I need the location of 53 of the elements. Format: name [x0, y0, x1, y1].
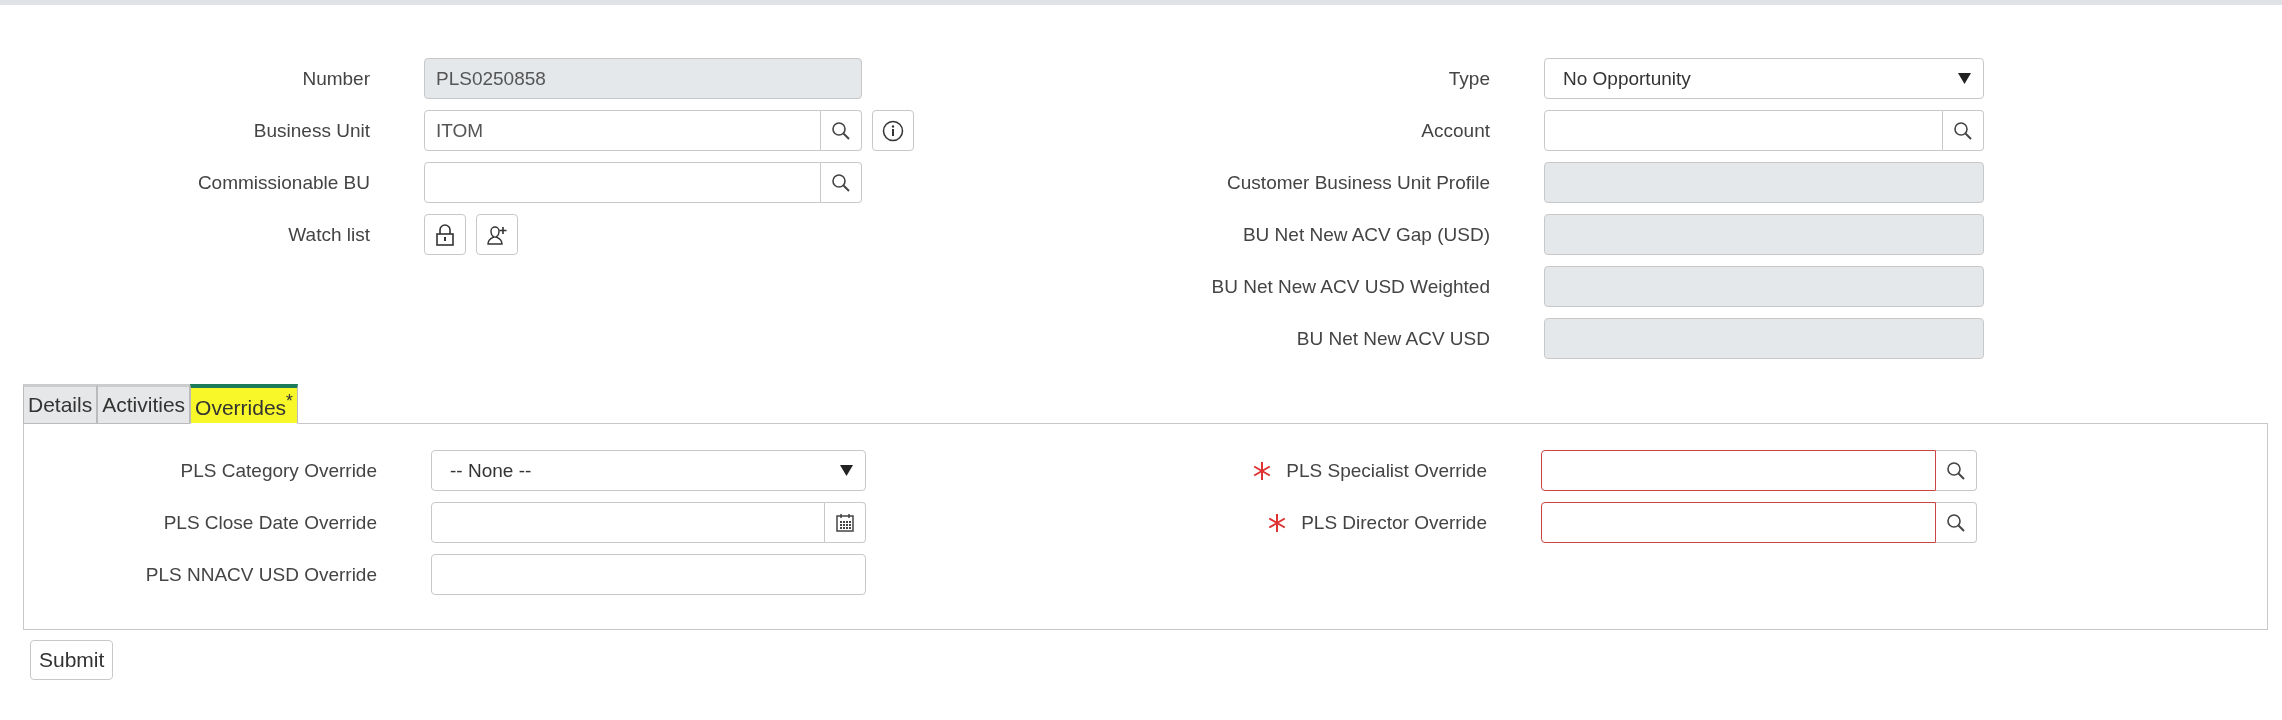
lookup-field[interactable]: ITOM [424, 110, 821, 151]
search-button[interactable] [1936, 502, 1977, 543]
add-user-button[interactable] [476, 214, 518, 255]
dropdown-select[interactable]: -- None -- [431, 450, 866, 491]
lookup-field[interactable] [424, 162, 821, 203]
field-label: PLS Close Date Override [163, 511, 377, 534]
search-button[interactable] [1936, 450, 1977, 491]
field-label: PLS Category Override [180, 459, 377, 482]
lookup-field[interactable] [1544, 110, 1943, 151]
field-label: Watch list [288, 223, 370, 246]
search-icon [1946, 512, 1966, 533]
calendar-button[interactable] [825, 502, 866, 543]
padlock-icon [435, 223, 455, 246]
lookup-field[interactable] [1541, 502, 1936, 543]
search-icon [1953, 120, 1973, 141]
field-label: Customer Business Unit Profile [1227, 171, 1490, 194]
caret-icon [840, 465, 853, 476]
tab[interactable]: Overrides$^{*}$ [190, 384, 298, 424]
search-button[interactable] [821, 110, 862, 151]
submit-button[interactable]: Submit [30, 640, 114, 680]
field-label: PLS Director Override [1301, 511, 1487, 534]
info-icon [882, 119, 904, 142]
info-button[interactable] [872, 110, 914, 151]
field-label: Number [302, 67, 370, 90]
dropdown-select[interactable]: No Opportunity [1544, 58, 1984, 99]
field-label: Business Unit [253, 119, 370, 142]
field-label: BU Net New ACV USD [1296, 327, 1490, 350]
lock-button[interactable] [424, 214, 466, 255]
text-field[interactable] [1544, 162, 1984, 203]
field-label: PLS Specialist Override [1286, 459, 1487, 482]
tab[interactable]: Activities [97, 384, 191, 424]
calendar-icon [835, 512, 855, 533]
add-user-icon [486, 223, 508, 246]
search-button[interactable] [821, 162, 862, 203]
lookup-field[interactable] [1541, 450, 1936, 491]
field-label: BU Net New ACV USD Weighted [1211, 275, 1490, 298]
tab[interactable]: Details [23, 384, 98, 424]
text-field[interactable] [431, 554, 866, 595]
text-field[interactable] [1544, 266, 1984, 307]
field-label: Account [1421, 119, 1490, 142]
field-label: Commissionable BU [197, 171, 370, 194]
search-icon [1946, 460, 1966, 481]
field-label: Type [1448, 67, 1490, 90]
caret-icon [1958, 73, 1971, 84]
search-icon [831, 172, 851, 193]
date-field[interactable] [431, 502, 825, 543]
search-button[interactable] [1943, 110, 1984, 151]
text-field[interactable] [1544, 318, 1984, 359]
text-field[interactable]: PLS0250858 [424, 58, 862, 99]
text-field[interactable] [1544, 214, 1984, 255]
field-label: BU Net New ACV Gap (USD) [1242, 223, 1490, 246]
search-icon [831, 120, 851, 141]
field-label: PLS NNACV USD Override [145, 563, 377, 586]
